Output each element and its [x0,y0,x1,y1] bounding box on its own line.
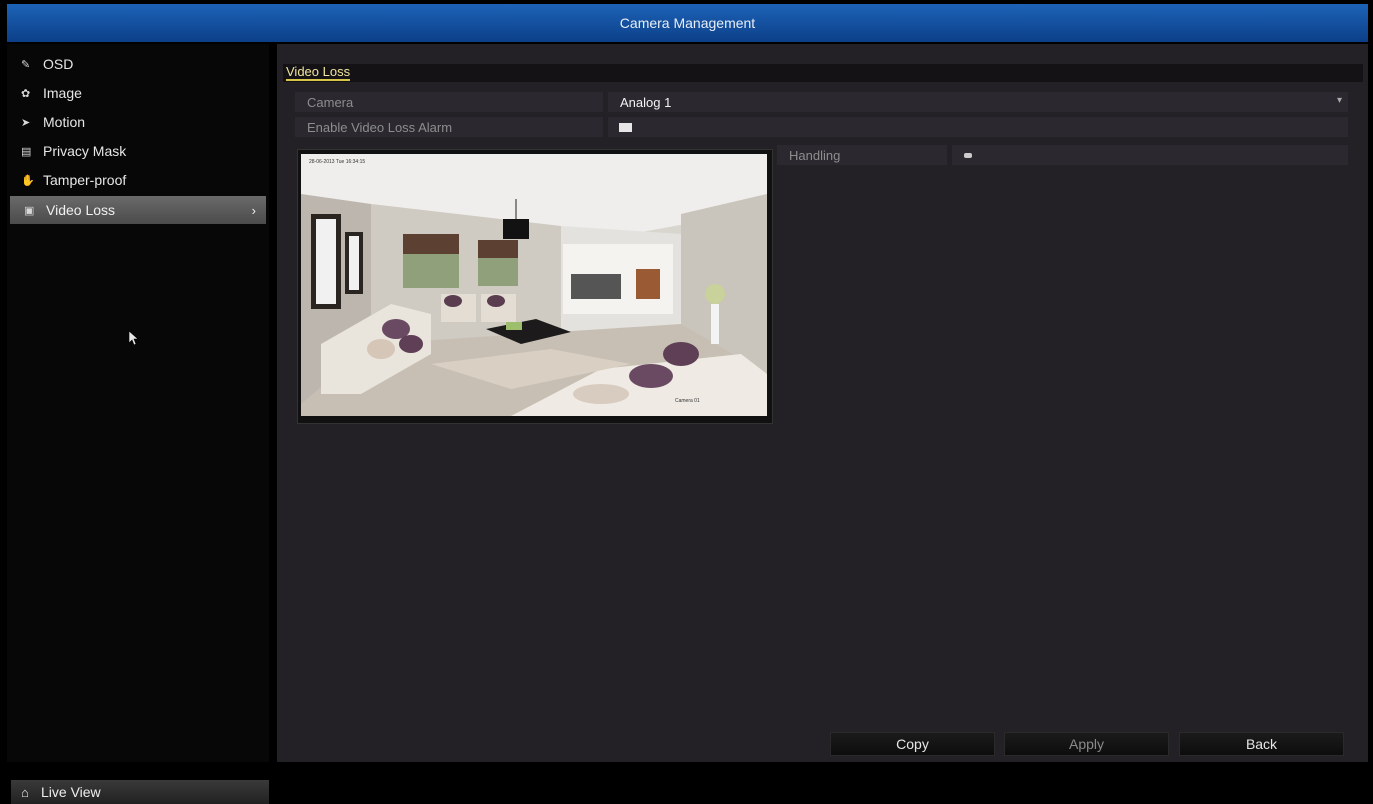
sidebar-item-label: Video Loss [46,202,116,218]
video-loss-icon: ▣ [24,204,35,217]
enable-video-loss-alarm-checkbox[interactable] [619,122,632,132]
motion-icon: ➤ [21,116,31,129]
enable-video-loss-alarm-label: Enable Video Loss Alarm [295,117,603,137]
handling-label: Handling [777,145,947,165]
sidebar-item-motion[interactable]: ➤ Motion [7,109,269,135]
chevron-right-icon: › [251,202,256,218]
section-title: Video Loss [286,64,351,81]
sidebar-item-tamper-proof[interactable]: ✋ Tamper-proof [7,167,269,193]
sidebar-item-label: Motion [43,114,86,130]
chevron-down-icon: ▾ [1336,95,1342,106]
osd-icon: ✎ [21,58,31,71]
sidebar-item-label: Image [43,85,82,101]
sidebar-item-label: Privacy Mask [43,143,127,159]
section-header: Video Loss [283,64,1363,82]
sidebar-item-image[interactable]: ✿ Image [7,80,269,106]
enable-video-loss-alarm-row [608,117,1348,137]
camera-preview-image: 28-06-2013 Tue 16:34:15 Camera 01 [301,154,767,416]
osd-camera-name: Camera 01 [675,398,700,404]
camera-select-value: Analog 1 [620,94,672,110]
sidebar-item-privacy-mask[interactable]: ▤ Privacy Mask [7,138,269,164]
window-title: Camera Management [619,15,756,31]
handling-settings-button[interactable] [964,152,972,158]
window-title-bar: Camera Management [7,4,1368,42]
tamper-proof-icon: ✋ [21,174,35,187]
camera-label: Camera [295,92,603,112]
sidebar: ✎ OSD ✿ Image ➤ Motion ▤ Privacy Mask ✋ … [7,44,269,804]
back-button[interactable]: Back [1179,732,1344,756]
main-panel: Video Loss Camera Analog 1 ▾ Enable Vide… [277,44,1368,762]
live-view-button[interactable]: ⌂ Live View [11,780,269,804]
sidebar-item-label: OSD [43,56,74,72]
home-icon: ⌂ [21,784,29,800]
handling-row [952,145,1348,165]
sidebar-item-video-loss[interactable]: ▣ Video Loss › [10,196,266,224]
copy-button[interactable]: Copy [830,732,995,756]
privacy-mask-icon: ▤ [21,145,32,158]
live-view-label: Live View [41,784,101,800]
mouse-cursor-icon [129,331,139,345]
osd-datetime: 28-06-2013 Tue 16:34:15 [309,159,365,165]
apply-button[interactable]: Apply [1004,732,1169,756]
camera-select[interactable]: Analog 1 ▾ [608,92,1348,112]
sidebar-item-osd[interactable]: ✎ OSD [7,51,269,77]
sidebar-item-label: Tamper-proof [43,172,127,188]
camera-preview: 28-06-2013 Tue 16:34:15 Camera 01 [297,149,773,424]
image-icon: ✿ [21,87,31,100]
